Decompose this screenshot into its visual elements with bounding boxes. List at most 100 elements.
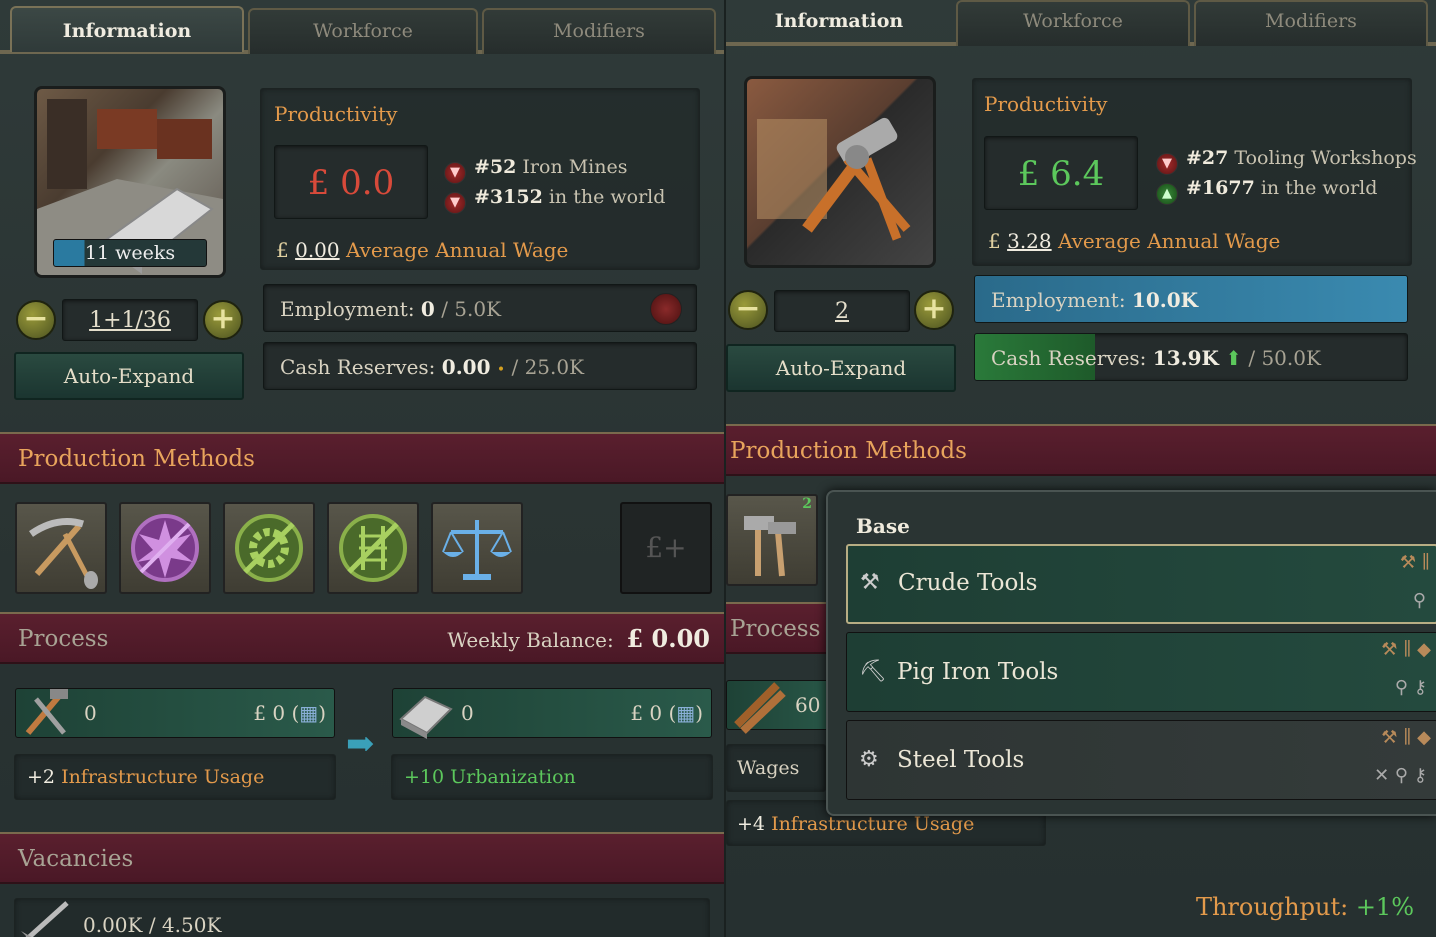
auto-expand-button[interactable]: Auto-Expand bbox=[14, 352, 244, 400]
productivity-value: £ 6.4 bbox=[984, 136, 1138, 210]
rank-world-down-arrow-icon: ▼ bbox=[444, 192, 466, 214]
input-good-tools[interactable]: 0 £ 0 (▦) bbox=[15, 688, 335, 738]
cash-reserves-bar[interactable]: Cash Reserves: 0.00 • / 25.0K bbox=[263, 342, 697, 390]
dropdown-title: Base bbox=[856, 514, 910, 538]
cash-max: / 50.0K bbox=[1248, 346, 1321, 370]
employment-label: Employment: bbox=[991, 288, 1126, 312]
vacancies-header: Vacancies bbox=[0, 832, 724, 884]
productivity-label: Productivity bbox=[984, 92, 1108, 116]
right-building-panel: Information Workforce Modifiers − 2 + Au… bbox=[726, 0, 1436, 937]
cash-reserves-bar[interactable]: Cash Reserves: 13.9K ⬆ / 50.0K bbox=[974, 333, 1408, 381]
shovel-icon bbox=[21, 901, 69, 937]
output-shovel-icon: ⚲ bbox=[1412, 590, 1426, 611]
rail-disabled-icon bbox=[339, 514, 407, 582]
level-display: 2 bbox=[774, 290, 910, 332]
auto-expand-button[interactable]: Auto-Expand bbox=[726, 344, 956, 392]
pm-steam-pumps[interactable] bbox=[223, 502, 315, 594]
infra-value: +2 bbox=[27, 766, 56, 788]
tab-modifiers-label: Modifiers bbox=[1265, 10, 1357, 32]
wage-label: Average Annual Wage bbox=[1057, 229, 1281, 253]
pm-option-crude-tools[interactable]: ⚒ Crude Tools ⚒ ∥ ⚲ bbox=[846, 544, 1436, 624]
productivity-value: £ 0.0 bbox=[274, 145, 428, 219]
auto-expand-label: Auto-Expand bbox=[775, 356, 907, 380]
pm-dropdown: Base ⚒ Crude Tools ⚒ ∥ ⚲ ⛏ Pig Iron Tool… bbox=[826, 490, 1436, 816]
wage-currency: £ bbox=[988, 229, 1001, 253]
pm-tools-selected[interactable]: 2 bbox=[726, 494, 818, 586]
rank-world-label: in the world bbox=[1260, 177, 1378, 199]
rank-world: ▲ #1677 in the world bbox=[1156, 177, 1377, 205]
pm-option-steel-tools[interactable]: ⚙ Steel Tools ⚒ ∥ ◆ ✕ ⚲ ⚷ bbox=[846, 720, 1436, 800]
output-icons: ⚲ ⚷ bbox=[1394, 677, 1427, 698]
input-amount: 60 bbox=[795, 693, 821, 717]
level-display: 1+1/36 bbox=[62, 299, 198, 341]
pm-ownership[interactable] bbox=[431, 502, 523, 594]
output-good-iron[interactable]: 0 £ 0 (▦) bbox=[392, 688, 712, 739]
input-amount: 0 bbox=[84, 701, 97, 725]
rank-world: ▼ #3152 in the world bbox=[444, 186, 665, 214]
pm-header-label: Production Methods bbox=[18, 446, 255, 472]
wage-currency: £ bbox=[276, 238, 289, 262]
downsize-button[interactable]: − bbox=[16, 300, 56, 340]
vacancies-label: Vacancies bbox=[18, 846, 134, 872]
rank-world-number: #1677 bbox=[1186, 177, 1255, 199]
downsize-button[interactable]: − bbox=[728, 290, 768, 330]
cash-label: Cash Reserves: bbox=[991, 346, 1147, 370]
subsidy-button[interactable]: £+ bbox=[620, 502, 712, 594]
crude-tools-icon: ⚒ bbox=[860, 570, 880, 595]
pm-explosives[interactable] bbox=[119, 502, 211, 594]
productivity-label: Productivity bbox=[274, 102, 398, 126]
gear-disabled-icon bbox=[235, 514, 303, 582]
urban-label: +10 Urbanization bbox=[404, 766, 576, 788]
output-cost-end: ) bbox=[695, 701, 703, 725]
pm-mining-pickaxe[interactable] bbox=[15, 502, 107, 594]
wages-label: Wages bbox=[737, 757, 800, 779]
expand-button[interactable]: + bbox=[914, 290, 954, 330]
input-icons: ⚒ ∥ bbox=[1399, 552, 1430, 573]
infra-label: Infrastructure Usage bbox=[61, 766, 265, 788]
employment-bar[interactable]: Employment: 0 / 5.0K bbox=[263, 284, 697, 332]
anvil-icon: ⛏ bbox=[859, 659, 887, 684]
construction-progress: 11 weeks bbox=[53, 239, 207, 267]
pickaxe-shovel-icon bbox=[29, 518, 98, 589]
steel-tools-icon: ⚙ bbox=[859, 747, 879, 772]
rank-world-number: #3152 bbox=[474, 186, 543, 208]
left-building-panel: Information Workforce Modifiers 11 weeks… bbox=[0, 0, 726, 937]
unemployed-warning-icon bbox=[650, 293, 682, 325]
cash-dot-icon: • bbox=[496, 362, 506, 378]
output-cost-value: £ 0 ( bbox=[630, 701, 677, 725]
pm-header-label: Production Methods bbox=[730, 438, 967, 464]
process-label: Process bbox=[730, 616, 821, 642]
tab-modifiers[interactable]: Modifiers bbox=[482, 8, 716, 54]
expand-button[interactable]: + bbox=[203, 300, 243, 340]
tab-workforce[interactable]: Workforce bbox=[956, 0, 1190, 46]
employment-bar[interactable]: Employment: 10.0K bbox=[974, 275, 1408, 323]
tab-modifiers[interactable]: Modifiers bbox=[1194, 0, 1428, 46]
process-label: Process bbox=[18, 626, 109, 652]
output-cost: £ 0 (▦) bbox=[630, 701, 703, 725]
output-icons: ✕ ⚲ ⚷ bbox=[1374, 765, 1427, 786]
pm-option-label: Crude Tools bbox=[898, 570, 1038, 596]
cash-value: 0.00 bbox=[441, 355, 491, 379]
rank-down-arrow-icon: ▼ bbox=[1156, 153, 1178, 175]
vacancies-value: 0.00K / 4.50K bbox=[83, 913, 222, 937]
output-coins-icon: ▦ bbox=[676, 701, 696, 725]
pm-option-pig-iron-tools[interactable]: ⛏ Pig Iron Tools ⚒ ∥ ◆ ⚲ ⚷ bbox=[846, 632, 1436, 712]
auto-expand-label: Auto-Expand bbox=[63, 364, 195, 388]
tab-information[interactable]: Information bbox=[10, 6, 244, 52]
infra-label: Infrastructure Usage bbox=[771, 813, 975, 835]
building-image-tooling-workshop bbox=[744, 76, 936, 268]
rank-world-up-arrow-icon: ▲ bbox=[1156, 183, 1178, 205]
wage-label: Average Annual Wage bbox=[345, 238, 569, 262]
pm-rail-transport[interactable] bbox=[327, 502, 419, 594]
level-value: 1+1/36 bbox=[89, 308, 171, 333]
pm-option-label: Pig Iron Tools bbox=[897, 659, 1059, 685]
wage-value: 3.28 bbox=[1007, 229, 1052, 253]
tab-workforce[interactable]: Workforce bbox=[248, 8, 478, 54]
throughput-value: +1% bbox=[1355, 893, 1414, 921]
construction-time: 11 weeks bbox=[84, 242, 176, 264]
tab-information[interactable]: Information bbox=[726, 0, 952, 44]
production-methods-header: Production Methods bbox=[726, 424, 1436, 476]
tab-modifiers-label: Modifiers bbox=[553, 20, 645, 42]
rank-down-arrow-icon: ▼ bbox=[444, 162, 466, 184]
hammer-pliers-illustration bbox=[757, 117, 911, 241]
